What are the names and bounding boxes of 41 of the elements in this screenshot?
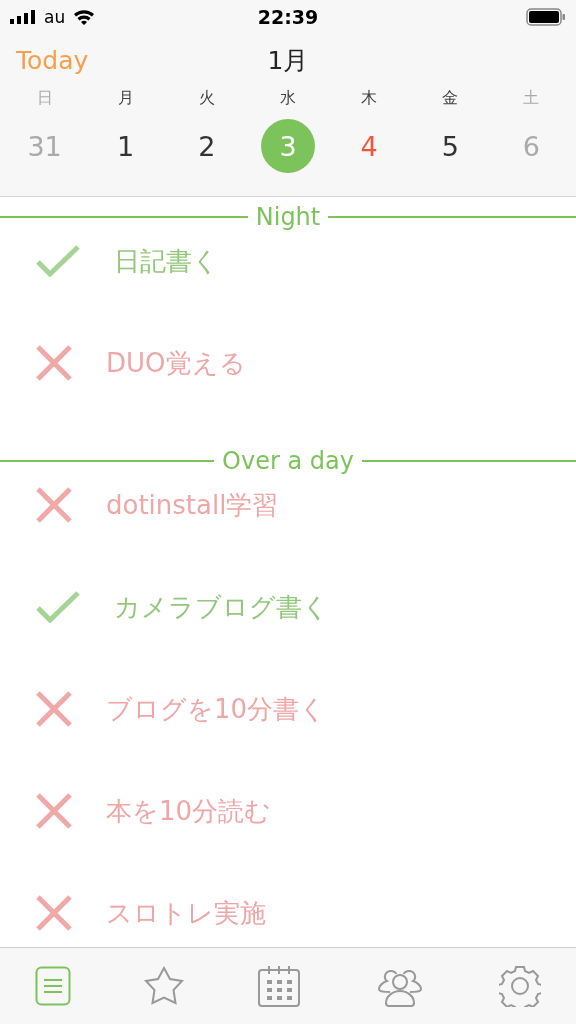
weekday-label: 日 xyxy=(36,87,53,109)
carrier-name: au xyxy=(44,7,66,27)
task-label[interactable]: カメラブログ書く xyxy=(114,589,329,625)
star-tab[interactable] xyxy=(142,966,187,1006)
weekday-label: 土 xyxy=(523,87,540,109)
cross-icon[interactable] xyxy=(36,691,72,727)
section-title: Night xyxy=(254,203,322,231)
cross-icon[interactable] xyxy=(36,895,72,931)
cross-icon[interactable] xyxy=(36,345,72,381)
clock-time: 22:39 xyxy=(257,6,319,28)
cross-icon[interactable] xyxy=(36,487,72,523)
list-tab[interactable] xyxy=(35,966,72,1006)
calendar-day[interactable]: 4 xyxy=(342,119,397,173)
task-label[interactable]: dotinstall学習 xyxy=(106,487,279,523)
check-icon[interactable] xyxy=(36,245,80,277)
task-label[interactable]: スロトレ実施 xyxy=(106,895,266,931)
month-title: 1月 xyxy=(267,44,309,77)
signal-icon xyxy=(10,10,36,24)
task-label[interactable]: 本を10分読む xyxy=(106,793,272,829)
task-label[interactable]: 日記書く xyxy=(114,243,219,279)
task-label[interactable]: ブログを10分書く xyxy=(106,691,327,727)
calendar-day[interactable]: 6 xyxy=(504,119,559,173)
battery-icon xyxy=(526,8,566,26)
calendar-day[interactable]: 2 xyxy=(179,119,234,173)
weekday-label: 月 xyxy=(117,87,134,109)
weekday-label: 木 xyxy=(361,87,378,109)
calendar-day[interactable]: 3 xyxy=(261,119,315,173)
wifi-icon xyxy=(73,9,96,25)
cross-icon[interactable] xyxy=(36,793,72,829)
check-icon[interactable] xyxy=(36,591,80,623)
weekday-label: 水 xyxy=(280,87,296,109)
weekday-label: 金 xyxy=(442,87,459,109)
settings-tab[interactable] xyxy=(498,965,541,1007)
task-label[interactable]: DUO覚える xyxy=(106,345,246,381)
calendar-day[interactable]: 31 xyxy=(17,119,72,173)
calendar-day[interactable]: 5 xyxy=(423,119,478,173)
calendar-tab[interactable] xyxy=(257,965,301,1007)
weekday-label: 火 xyxy=(198,87,215,109)
section-title: Over a day xyxy=(221,447,355,475)
calendar-day[interactable]: 1 xyxy=(98,119,153,173)
today-button[interactable]: Today xyxy=(16,45,89,75)
